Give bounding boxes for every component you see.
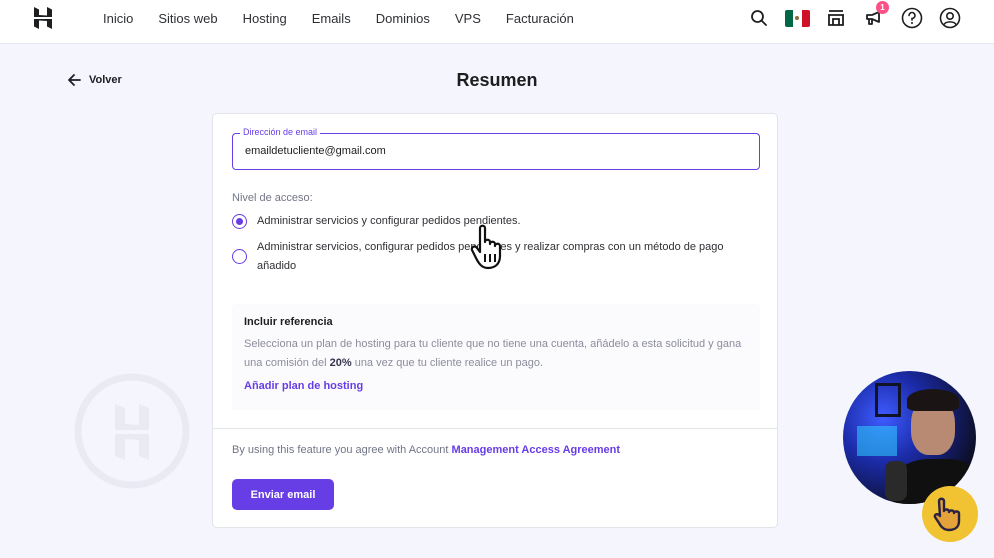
account-icon[interactable] — [938, 6, 962, 30]
pointing-hand-badge-icon — [922, 486, 978, 542]
search-icon[interactable] — [747, 6, 771, 30]
nav-sitios-web[interactable]: Sitios web — [158, 11, 217, 26]
referral-box: Incluir referencia Selecciona un plan de… — [232, 304, 760, 410]
hostinger-watermark-icon — [74, 373, 190, 489]
webcam-overlay — [843, 371, 976, 504]
add-hosting-plan-link[interactable]: Añadir plan de hosting — [244, 380, 363, 392]
main-nav: Inicio Sitios web Hosting Emails Dominio… — [103, 0, 599, 36]
email-field-label: Dirección de email — [240, 127, 321, 137]
nav-inicio[interactable]: Inicio — [103, 11, 133, 26]
nav-dominios[interactable]: Dominios — [376, 11, 430, 26]
agreement-link[interactable]: Management Access Agreement — [452, 444, 621, 456]
divider — [213, 428, 777, 429]
topbar-actions: 1 — [733, 1, 962, 30]
help-icon[interactable] — [900, 6, 924, 30]
invite-form-card: Dirección de email Nivel de acceso: Admi… — [212, 113, 778, 528]
radio-unselected[interactable] — [232, 249, 247, 264]
radio-selected[interactable] — [232, 214, 247, 229]
nav-emails[interactable]: Emails — [312, 11, 351, 26]
notification-badge: 1 — [876, 1, 889, 14]
email-field[interactable]: Dirección de email — [232, 127, 760, 170]
nav-facturacion[interactable]: Facturación — [506, 11, 574, 26]
store-icon[interactable] — [824, 6, 848, 30]
access-level-label: Nivel de acceso: — [232, 192, 313, 204]
mexico-flag-icon[interactable] — [785, 9, 810, 27]
agreement-text: By using this feature you agree with Acc… — [232, 444, 621, 456]
hand-pointer-cursor-icon — [470, 224, 502, 270]
email-input[interactable] — [245, 145, 745, 157]
referral-description: Selecciona un plan de hosting para tu cl… — [244, 338, 742, 369]
hostinger-logo-icon[interactable] — [32, 6, 54, 30]
nav-hosting[interactable]: Hosting — [243, 11, 287, 26]
page-title: Resumen — [456, 70, 538, 90]
top-navigation-bar: Inicio Sitios web Hosting Emails Dominio… — [0, 0, 994, 44]
megaphone-icon[interactable]: 1 — [862, 1, 889, 30]
send-email-button[interactable]: Enviar email — [232, 479, 334, 510]
nav-vps[interactable]: VPS — [455, 11, 481, 26]
referral-title: Incluir referencia — [244, 316, 333, 328]
